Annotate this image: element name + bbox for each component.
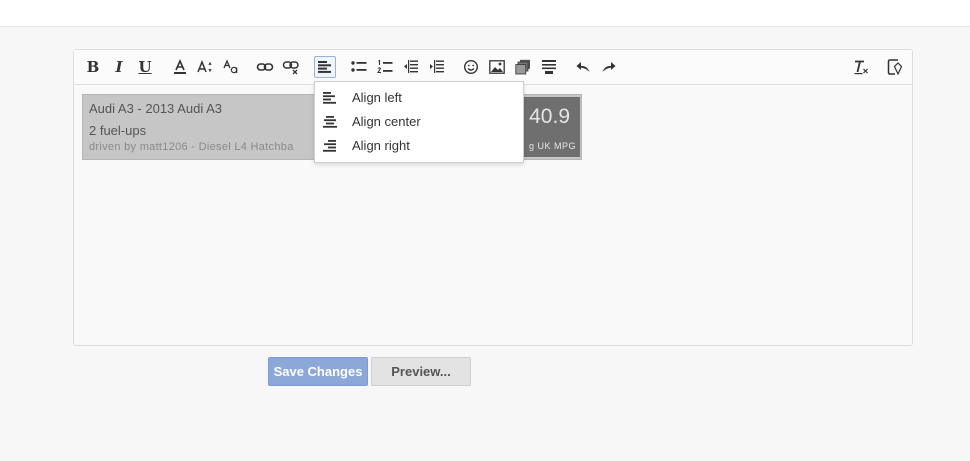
smiley-button[interactable] — [460, 56, 482, 78]
align-button[interactable] — [314, 56, 336, 78]
italic-button[interactable]: I — [108, 56, 130, 78]
undo-button[interactable] — [572, 56, 594, 78]
image-icon — [489, 60, 505, 74]
smiley-icon — [463, 59, 479, 75]
redo-button[interactable] — [598, 56, 620, 78]
image-button[interactable] — [486, 56, 508, 78]
mpg-value: 40.9 — [529, 105, 570, 128]
outdent-icon — [404, 60, 418, 73]
font-size-icon — [197, 59, 212, 73]
remove-formatting-button[interactable] — [850, 56, 872, 78]
undo-icon — [576, 62, 590, 72]
link-icon — [256, 63, 274, 71]
unlink-button[interactable] — [280, 56, 302, 78]
numbered-list-icon — [377, 59, 393, 74]
top-bar — [0, 0, 970, 27]
text-color-icon — [174, 59, 186, 74]
template-button[interactable] — [538, 56, 560, 78]
template-icon — [542, 60, 556, 74]
font-family-button[interactable] — [220, 56, 242, 78]
toggle-source-button[interactable] — [884, 56, 906, 78]
outdent-button[interactable] — [400, 56, 422, 78]
vehicle-title: Audi A3 - 2013 Audi A3 — [89, 101, 222, 116]
bold-button[interactable]: B — [82, 56, 104, 78]
menu-item-align-left[interactable]: Align left — [315, 86, 523, 110]
menu-item-label: Align right — [352, 138, 410, 153]
mpg-unit: g UK MPG — [528, 141, 576, 151]
save-changes-button[interactable]: Save Changes — [268, 357, 368, 386]
font-size-button[interactable] — [194, 56, 216, 78]
remove-formatting-icon — [854, 60, 868, 75]
toggle-source-icon — [887, 59, 903, 75]
underline-button[interactable]: U — [134, 56, 156, 78]
menu-item-align-center[interactable]: Align center — [315, 110, 523, 134]
align-right-icon — [323, 139, 337, 157]
font-family-icon — [223, 59, 238, 74]
bulleted-list-button[interactable] — [348, 56, 370, 78]
preview-button[interactable]: Preview... — [371, 357, 471, 386]
numbered-list-button[interactable] — [374, 56, 396, 78]
align-center-icon — [323, 115, 337, 133]
editor-toolbar: B I U — [74, 50, 912, 85]
bulleted-list-icon — [351, 61, 367, 72]
menu-item-align-right[interactable]: Align right — [315, 134, 523, 158]
redo-icon — [602, 62, 616, 72]
align-left-icon — [318, 61, 331, 73]
menu-item-label: Align left — [352, 90, 402, 105]
mpg-box: 40.9 g UK MPG — [518, 97, 580, 157]
unlink-icon — [282, 61, 299, 75]
media-button[interactable] — [512, 56, 534, 78]
link-button[interactable] — [254, 56, 276, 78]
media-icon — [515, 59, 530, 75]
menu-item-label: Align center — [352, 114, 421, 129]
indent-icon — [430, 60, 444, 73]
align-dropdown-menu: Align left Align center Align right — [314, 81, 524, 163]
fuelups-count: 2 fuel-ups — [89, 123, 147, 138]
indent-button[interactable] — [426, 56, 448, 78]
driven-by-text: driven by matt1206 - Diesel L4 Hatchba — [89, 141, 294, 153]
text-color-button[interactable] — [169, 56, 191, 78]
align-left-icon — [323, 91, 337, 109]
